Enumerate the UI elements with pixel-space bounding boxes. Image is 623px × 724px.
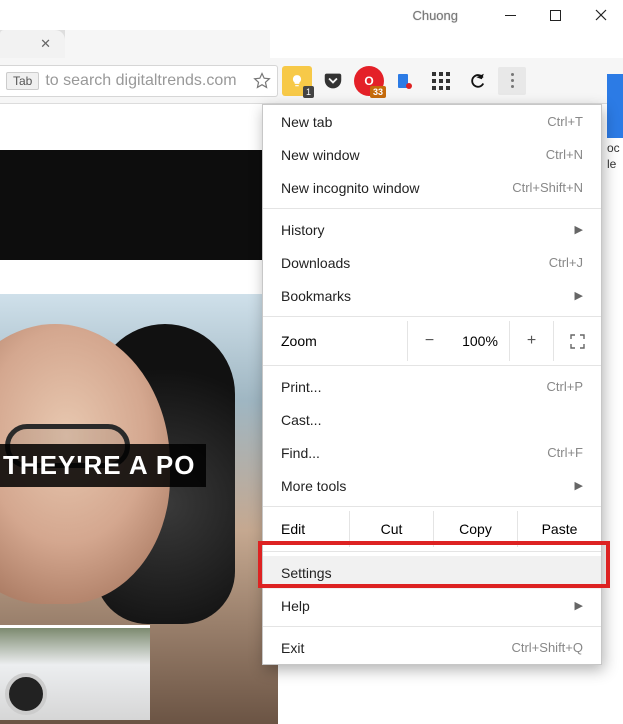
new-tab-area[interactable] [65,30,270,58]
edit-cut-button[interactable]: Cut [349,511,433,547]
menu-separator [263,506,601,507]
page-header-bar [0,150,278,260]
chrome-main-menu: New tab Ctrl+T New window Ctrl+N New inc… [262,104,602,665]
menu-more-tools[interactable]: More tools ▶ [263,469,601,502]
menu-shortcut: Ctrl+J [549,255,583,270]
menu-separator [263,551,601,552]
zoom-value: 100% [451,333,509,349]
chrome-menu-button[interactable] [498,67,526,95]
chevron-right-icon: ▶ [575,479,583,492]
menu-label: Bookmarks [281,288,563,304]
browser-tab[interactable]: ✕ [0,30,65,58]
menu-label: History [281,222,563,238]
menu-shortcut: Ctrl+T [547,114,583,129]
menu-label: Cast... [281,412,583,428]
menu-print[interactable]: Print... Ctrl+P [263,370,601,403]
chevron-right-icon: ▶ [575,223,583,236]
extensions-row: 1 O 33 [278,66,534,96]
tab-to-search-chip: Tab [6,72,39,90]
side-blue-strip [607,74,623,138]
maximize-button[interactable] [533,0,578,30]
menu-shortcut: Ctrl+N [546,147,583,162]
menu-shortcut: Ctrl+P [547,379,583,394]
bookmark-star-icon[interactable] [247,72,277,90]
menu-label: New tab [281,114,547,130]
menu-separator [263,316,601,317]
menu-label: Find... [281,445,547,461]
zoom-out-button[interactable]: − [407,321,451,361]
extension-apps-grid[interactable] [426,66,456,96]
menu-separator [263,208,601,209]
menu-downloads[interactable]: Downloads Ctrl+J [263,246,601,279]
address-bar[interactable]: Tab to search digitaltrends.com [0,65,278,97]
edit-copy-button[interactable]: Copy [433,511,517,547]
menu-help[interactable]: Help ▶ [263,589,601,622]
menu-label: More tools [281,478,563,494]
menu-cast[interactable]: Cast... [263,403,601,436]
menu-label: Exit [281,640,511,656]
fullscreen-button[interactable] [553,321,601,361]
menu-label: New window [281,147,546,163]
omnibox-hint: to search digitaltrends.com [45,72,247,90]
menu-separator [263,626,601,627]
side-text-1: oc [607,138,623,154]
profile-name[interactable]: Chuong [412,8,458,23]
chevron-right-icon: ▶ [575,599,583,612]
menu-incognito[interactable]: New incognito window Ctrl+Shift+N [263,171,601,204]
menu-shortcut: Ctrl+Shift+N [512,180,583,195]
tab-strip: ✕ [0,30,270,58]
extension-tab-icon[interactable] [390,66,420,96]
minimize-button[interactable] [488,0,533,30]
menu-shortcut: Ctrl+Shift+Q [511,640,583,655]
extension-badge: 1 [303,86,314,98]
kebab-icon [511,73,514,88]
side-text-2: le [607,154,623,170]
menu-bookmarks[interactable]: Bookmarks ▶ [263,279,601,312]
side-peek: oc le [607,74,623,170]
menu-new-tab[interactable]: New tab Ctrl+T [263,105,601,138]
extension-opera[interactable]: O 33 [354,66,384,96]
zoom-in-button[interactable]: + [509,321,553,361]
menu-label: Print... [281,379,547,395]
menu-settings[interactable]: Settings [263,556,601,589]
toolbar: Tab to search digitaltrends.com 1 O 33 [0,58,623,104]
menu-find[interactable]: Find... Ctrl+F [263,436,601,469]
menu-edit-row: Edit Cut Copy Paste [263,511,601,547]
extension-badge: 33 [370,86,386,98]
close-button[interactable] [578,0,623,30]
close-tab-icon[interactable]: ✕ [40,36,51,52]
menu-label: Help [281,598,563,614]
menu-label: Edit [263,521,349,537]
extension-sync-icon[interactable] [462,66,492,96]
thumbnail-car [0,625,150,720]
chevron-right-icon: ▶ [575,289,583,302]
menu-label: Downloads [281,255,549,271]
menu-zoom: Zoom − 100% + [263,321,601,361]
menu-new-window[interactable]: New window Ctrl+N [263,138,601,171]
edit-paste-button[interactable]: Paste [517,511,601,547]
menu-history[interactable]: History ▶ [263,213,601,246]
window-titlebar: Chuong [0,0,623,30]
menu-label: Zoom [281,333,407,349]
menu-exit[interactable]: Exit Ctrl+Shift+Q [263,631,601,664]
extension-google-keep[interactable]: 1 [282,66,312,96]
extension-pocket[interactable] [318,66,348,96]
menu-label: New incognito window [281,180,512,196]
menu-separator [263,365,601,366]
menu-shortcut: Ctrl+F [547,445,583,460]
menu-label: Settings [281,565,583,581]
article-headline: THEY'RE A PO [0,444,206,487]
